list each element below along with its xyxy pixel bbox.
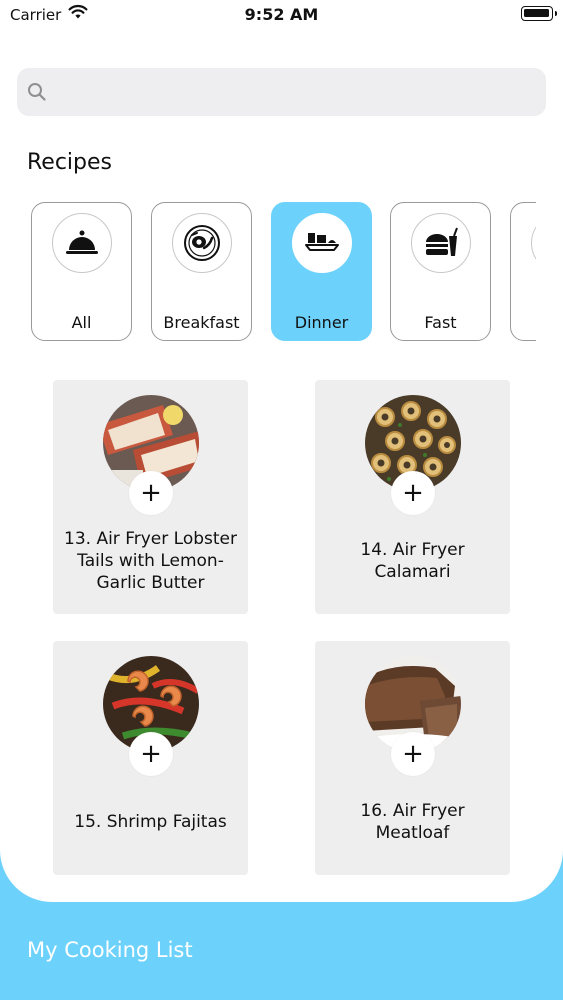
breakfast-plate-icon	[172, 213, 232, 273]
category-more[interactable]	[510, 202, 536, 341]
category-icon	[531, 213, 536, 273]
category-fast[interactable]: Fast	[390, 202, 491, 341]
dinner-tray-icon	[292, 213, 352, 273]
search-icon	[28, 83, 46, 101]
category-dinner[interactable]: Dinner	[271, 202, 372, 341]
add-to-list-button[interactable]: +	[129, 471, 173, 515]
category-list[interactable]: All Breakfast Dinner Fast	[31, 202, 536, 342]
recipe-title: 14. Air Fryer Calamari	[360, 540, 465, 582]
search-input[interactable]	[57, 76, 527, 108]
section-title: Recipes	[27, 150, 113, 175]
recipe-card[interactable]: + 14. Air Fryer Calamari	[315, 380, 510, 614]
fast-food-icon	[411, 213, 471, 273]
category-label: Breakfast	[163, 313, 240, 332]
recipe-card[interactable]: + 15. Shrimp Fajitas	[53, 641, 248, 875]
recipe-title: 13. Air Fryer Lobster Tails with Lemon-G…	[64, 529, 237, 593]
recipe-title: 15. Shrimp Fajitas	[74, 812, 227, 832]
clock: 9:52 AM	[244, 5, 319, 24]
add-to-list-button[interactable]: +	[391, 471, 435, 515]
category-label: All	[71, 313, 92, 332]
search-bar[interactable]	[17, 68, 546, 116]
recipe-card[interactable]: + 16. Air Fryer Meatloaf	[315, 641, 510, 875]
add-to-list-button[interactable]: +	[391, 732, 435, 776]
add-to-list-button[interactable]: +	[129, 732, 173, 776]
category-label: Fast	[424, 313, 457, 332]
main-sheet: Carrier 9:52 AM Recipes All Breakfast Di…	[0, 0, 563, 902]
cloche-icon	[52, 213, 112, 273]
category-label: Dinner	[294, 313, 349, 332]
category-breakfast[interactable]: Breakfast	[151, 202, 252, 341]
recipe-title: 16. Air Fryer Meatloaf	[360, 801, 465, 843]
recipe-card[interactable]: + 13. Air Fryer Lobster Tails with Lemon…	[53, 380, 248, 614]
battery-icon	[521, 6, 557, 21]
cooking-list-title[interactable]: My Cooking List	[27, 938, 193, 962]
category-all[interactable]: All	[31, 202, 132, 341]
status-bar: Carrier 9:52 AM	[0, 0, 563, 30]
